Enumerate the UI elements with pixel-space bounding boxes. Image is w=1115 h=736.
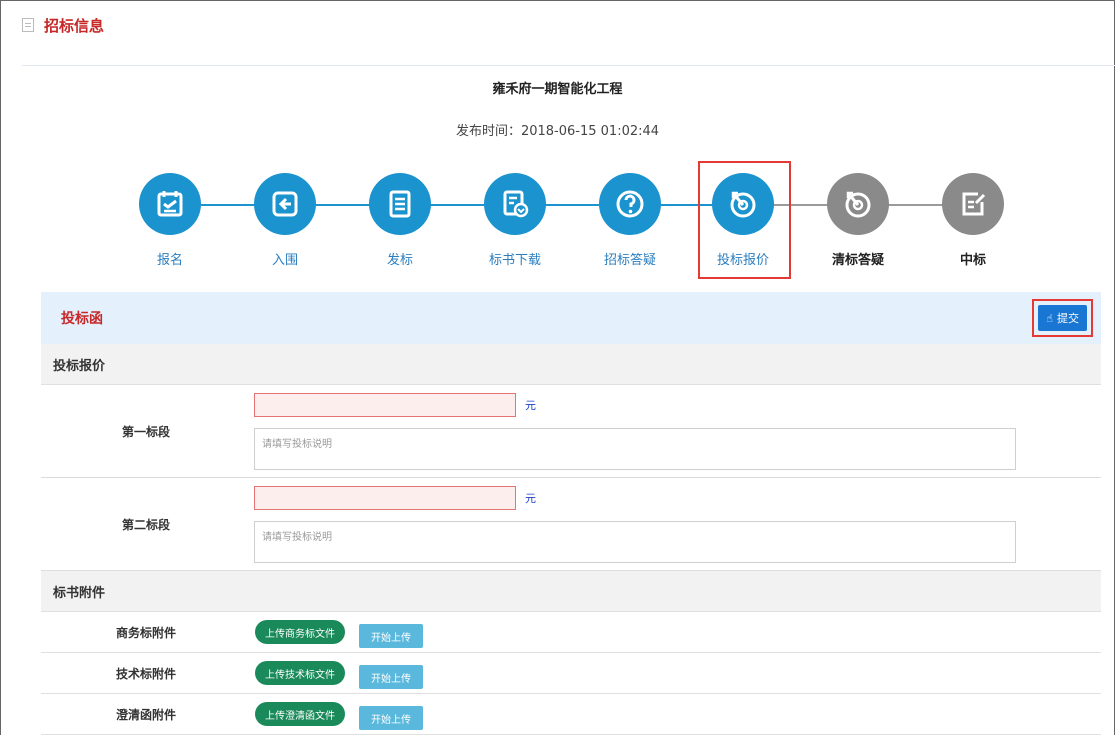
current-step-highlight xyxy=(698,161,791,279)
attachment-row-technical: 技术标附件 上传技术标文件 开始上传 xyxy=(41,653,1101,694)
document-icon xyxy=(22,18,34,32)
step-label: 标书下载 xyxy=(488,253,541,268)
edit-icon xyxy=(942,173,1004,235)
hand-icon: ☝ xyxy=(1046,311,1053,325)
section-attachments: 标书附件 xyxy=(41,571,1101,612)
download-doc-icon xyxy=(484,173,546,235)
currency-unit: 元 xyxy=(525,399,536,412)
page-title: 招标信息 xyxy=(44,16,105,35)
step-label: 清标答疑 xyxy=(831,253,884,268)
bid-quote-icon xyxy=(827,173,889,235)
form-title: 投标函 xyxy=(61,311,103,327)
page-header: 招标信息 xyxy=(22,10,104,40)
question-icon xyxy=(599,173,661,235)
step-signup[interactable]: 报名 xyxy=(125,173,215,268)
stage-row-2: 第二标段 元 请填写投标说明 xyxy=(41,478,1101,571)
step-clarify[interactable]: 清标答疑 xyxy=(813,173,903,268)
submit-label: 提交 xyxy=(1057,312,1079,325)
step-label: 入围 xyxy=(271,253,298,268)
step-label: 发标 xyxy=(386,253,413,268)
step-label: 中标 xyxy=(959,253,986,268)
attachment-label: 技术标附件 xyxy=(115,666,176,681)
step-shortlist[interactable]: 入围 xyxy=(240,173,330,268)
start-upload-button[interactable]: 开始上传 xyxy=(359,706,423,730)
submit-button[interactable]: ☝ 提交 xyxy=(1038,305,1087,331)
enter-icon xyxy=(254,173,316,235)
header-divider xyxy=(22,65,1115,66)
step-award[interactable]: 中标 xyxy=(928,173,1018,268)
attachment-label: 商务标附件 xyxy=(115,625,176,640)
currency-unit: 元 xyxy=(525,492,536,505)
upload-file-button[interactable]: 上传商务标文件 xyxy=(255,620,345,644)
start-upload-button[interactable]: 开始上传 xyxy=(359,624,423,648)
attachment-label: 澄清函附件 xyxy=(115,707,176,722)
attachment-row-business: 商务标附件 上传商务标文件 开始上传 xyxy=(41,612,1101,653)
project-title: 雍禾府一期智能化工程 xyxy=(492,82,623,97)
bid-description-input[interactable]: 请填写投标说明 xyxy=(254,521,1016,563)
publish-time-row: 发布时间：2018-06-15 01:02:44 xyxy=(0,120,1115,139)
publish-time-label: 发布时间： xyxy=(455,124,521,139)
start-upload-button[interactable]: 开始上传 xyxy=(359,665,423,689)
upload-file-button[interactable]: 上传技术标文件 xyxy=(255,661,345,685)
bid-progress-steps: 报名 入围 发标 标书下载 招标答疑 投标报价 清标答疑 中标 xyxy=(0,160,1115,280)
form-header: 投标函 ☝ 提交 xyxy=(41,292,1101,344)
bid-description-input[interactable]: 请填写投标说明 xyxy=(254,428,1016,470)
price-input[interactable] xyxy=(254,393,516,417)
calendar-icon xyxy=(139,173,201,235)
publish-time-value: 2018-06-15 01:02:44 xyxy=(520,124,660,139)
submit-highlight: ☝ 提交 xyxy=(1032,299,1093,337)
step-label: 招标答疑 xyxy=(603,253,656,268)
upload-file-button[interactable]: 上传澄清函文件 xyxy=(255,702,345,726)
bid-form-panel: 投标函 ☝ 提交 投标报价 第一标段 元 请填写投标说明 第二标段 元 请填写投… xyxy=(41,292,1101,735)
step-download[interactable]: 标书下载 xyxy=(470,173,560,268)
stage-label: 第一标段 xyxy=(121,424,170,439)
step-issue[interactable]: 发标 xyxy=(355,173,445,268)
price-input[interactable] xyxy=(254,486,516,510)
stage-label: 第二标段 xyxy=(121,517,170,532)
stage-row-1: 第一标段 元 请填写投标说明 xyxy=(41,385,1101,478)
step-qa[interactable]: 招标答疑 xyxy=(585,173,675,268)
step-label: 报名 xyxy=(156,253,183,268)
section-bid-quote: 投标报价 xyxy=(41,344,1101,385)
attachment-row-clarification: 澄清函附件 上传澄清函文件 开始上传 xyxy=(41,694,1101,735)
document-icon xyxy=(369,173,431,235)
